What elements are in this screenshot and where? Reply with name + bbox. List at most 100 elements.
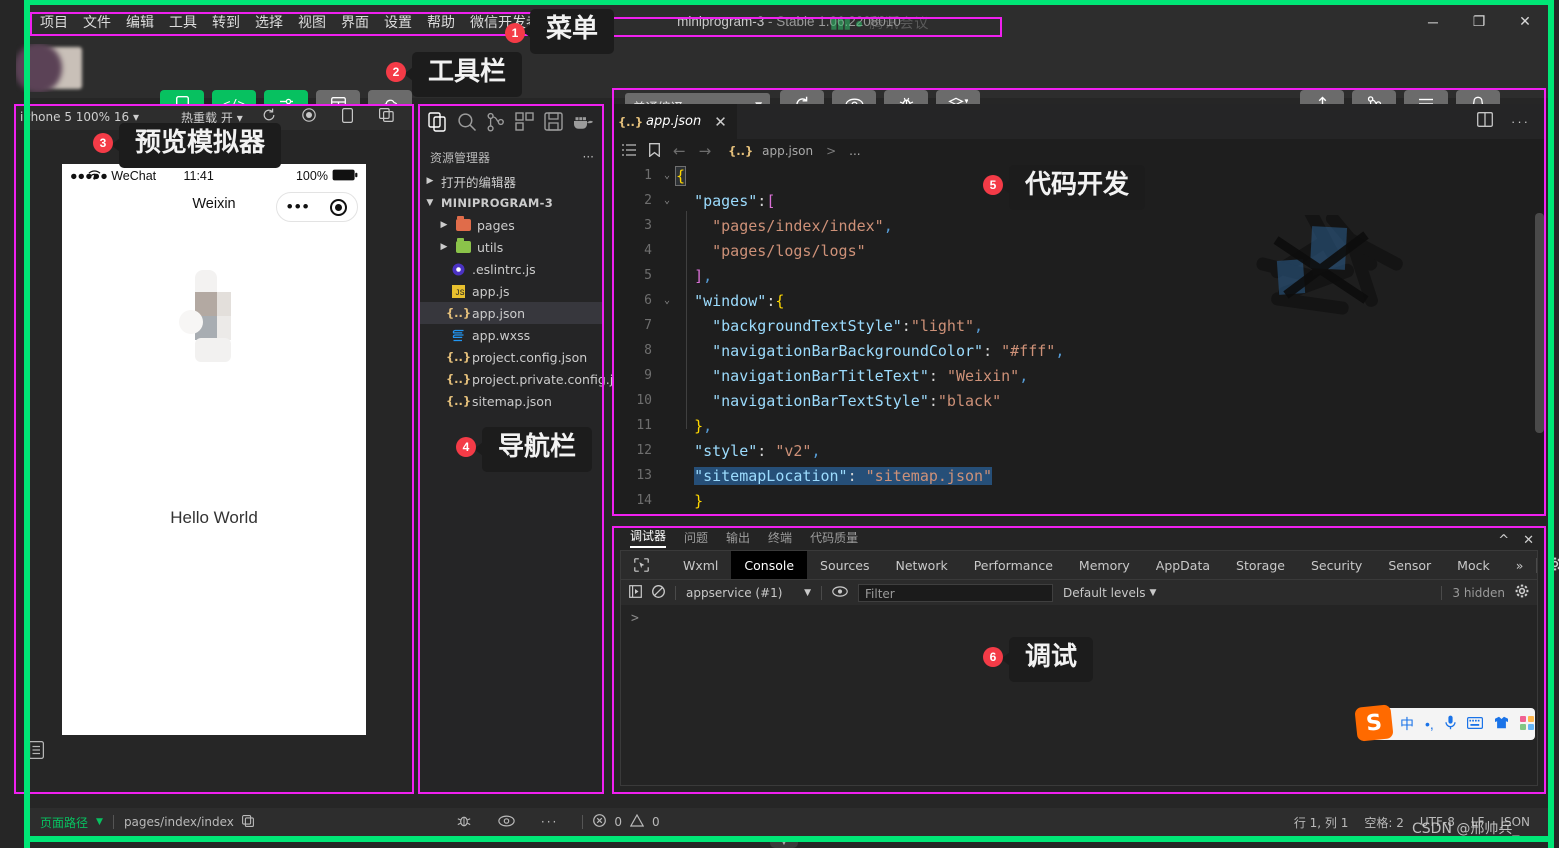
editor-scrollbar[interactable] (1535, 213, 1544, 433)
editor-tab-actions[interactable]: ··· (1477, 104, 1546, 139)
panel-tab-code-quality[interactable]: 代码质量 (810, 529, 858, 548)
fold-chevron-icon[interactable]: ⌄ (658, 170, 676, 181)
panel-tab-problems[interactable]: 问题 (684, 529, 708, 548)
console-filter-input[interactable]: Filter (858, 583, 1053, 602)
page-path-select[interactable]: 页面路径 ▼ (30, 808, 113, 836)
devtools-tab-sensor[interactable]: Sensor (1375, 551, 1444, 579)
cursor-position[interactable]: 行 1, 列 1 (1294, 814, 1349, 831)
source-control-icon[interactable] (486, 112, 506, 137)
code-line[interactable]: 10 "navigationBarTextStyle":"black" (612, 388, 1546, 413)
extensions-icon[interactable] (515, 111, 535, 137)
indent-setting[interactable]: 空格: 2 (1364, 814, 1404, 831)
tree-item-appjson[interactable]: {..} app.json (418, 302, 604, 324)
bookmark-icon[interactable] (649, 142, 660, 160)
panel-tab-output[interactable]: 输出 (726, 529, 750, 548)
code-line[interactable]: 8 "navigationBarBackgroundColor": "#fff"… (612, 338, 1546, 363)
editor-tab-appjson[interactable]: {..} app.json ✕ (612, 104, 737, 139)
devtools-tab-sources[interactable]: Sources (807, 551, 882, 579)
split-editor-icon[interactable] (1477, 111, 1493, 132)
problems-indicator[interactable]: 0 0 (583, 808, 669, 836)
forward-arrow-icon[interactable]: → (699, 142, 712, 160)
console-levels-select[interactable]: Default levels ▼ (1063, 586, 1156, 600)
outline-icon[interactable] (622, 143, 636, 159)
files-icon[interactable] (428, 111, 448, 137)
live-expression-icon[interactable] (832, 585, 848, 600)
code-area[interactable]: 1 ⌄{2 ⌄ "pages":[3 "pages/index/index", 4 "… (612, 163, 1546, 516)
console-output[interactable]: > (621, 605, 1537, 785)
wechat-capsule-button[interactable]: ••• (276, 192, 358, 222)
activity-bar[interactable] (418, 104, 604, 144)
devtools-tab-performance[interactable]: Performance (961, 551, 1066, 579)
menu-item-view[interactable]: 视图 (296, 10, 328, 34)
clear-console-icon[interactable] (652, 584, 665, 601)
close-tab-icon[interactable]: ✕ (714, 113, 727, 131)
code-line[interactable]: 13 "sitemapLocation": "sitemap.json" (612, 463, 1546, 488)
menu-bar[interactable]: 项目 文件 编辑 工具 转到 选择 视图 界面 设置 帮助 微信开发者工具 (30, 10, 570, 34)
mic-icon[interactable] (1445, 715, 1456, 733)
devtools-tab-wxml[interactable]: Wxml (670, 551, 731, 579)
panel-tab-terminal[interactable]: 终端 (768, 529, 792, 548)
code-line[interactable]: 12 "style": "v2", (612, 438, 1546, 463)
devtools-tab-mock[interactable]: Mock (1444, 551, 1503, 579)
devtools-tab-security[interactable]: Security (1298, 551, 1375, 579)
inspect-element-icon[interactable] (621, 551, 662, 579)
collapse-panel-icon[interactable]: ^ (1498, 533, 1509, 548)
tree-item-projectprivateconfig[interactable]: {..} project.private.config.json (418, 368, 635, 390)
console-prompt[interactable]: > (631, 611, 639, 626)
bug-icon[interactable] (456, 813, 472, 832)
device-select[interactable]: iPhone 5 100% 16 ▾ (20, 110, 139, 124)
save-icon[interactable] (544, 112, 563, 136)
menu-item-goto[interactable]: 转到 (210, 10, 242, 34)
more-icon[interactable]: ··· (541, 815, 558, 829)
phone-simulator[interactable]: ●●●●● WeChat 11:41 100% Weixin ••• Hello… (62, 164, 366, 735)
console-context-select[interactable]: appservice (#1) ▼ (686, 586, 811, 600)
minimize-button[interactable]: ─ (1410, 5, 1456, 38)
ime-mode-chinese[interactable]: 中 (1400, 714, 1414, 734)
close-panel-icon[interactable]: ✕ (1523, 533, 1534, 548)
tree-section-project-root[interactable]: ▼ MINIPROGRAM-3 (418, 192, 604, 214)
menu-item-edit[interactable]: 编辑 (124, 10, 156, 34)
tree-item-appwxss[interactable]: app.wxss (418, 324, 604, 346)
docker-icon[interactable] (572, 113, 594, 136)
sogou-logo-icon[interactable]: S (1354, 704, 1394, 742)
skin-icon[interactable] (1494, 716, 1509, 732)
menu-item-help[interactable]: 帮助 (425, 10, 457, 34)
window-controls[interactable]: ─ ❐ ✕ (1410, 5, 1548, 38)
eye-icon[interactable] (498, 814, 515, 830)
menu-item-ui[interactable]: 界面 (339, 10, 371, 34)
execute-icon[interactable] (629, 584, 642, 601)
devtools-tab-memory[interactable]: Memory (1066, 551, 1143, 579)
breadcrumb-file[interactable]: app.json (762, 144, 813, 158)
more-actions-icon[interactable]: ··· (1511, 114, 1530, 129)
tree-item-pages[interactable]: ▶ pages (418, 214, 604, 236)
record-icon[interactable] (302, 108, 316, 126)
console-settings-icon[interactable] (1515, 584, 1529, 601)
back-arrow-icon[interactable]: ← (673, 142, 686, 160)
code-line[interactable]: 11 }, (612, 413, 1546, 438)
menu-item-file[interactable]: 文件 (81, 10, 113, 34)
tree-section-open-editors[interactable]: ▶ 打开的编辑器 (418, 170, 604, 192)
code-line[interactable]: 9 "navigationBarTitleText": "Weixin", (612, 363, 1546, 388)
menu-item-tools[interactable]: 工具 (167, 10, 199, 34)
menu-item-project[interactable]: 项目 (38, 10, 70, 34)
devtools-tab-storage[interactable]: Storage (1223, 551, 1298, 579)
devtools-tab-bar[interactable]: Wxml Console Sources Network Performance… (621, 551, 1559, 579)
menu-item-settings[interactable]: 设置 (382, 10, 414, 34)
keyboard-icon[interactable] (1466, 716, 1483, 732)
tree-item-sitemapjson[interactable]: {..} sitemap.json (418, 390, 604, 412)
phone-page-content[interactable]: Hello World (62, 230, 366, 735)
search-icon[interactable] (457, 112, 477, 137)
close-button[interactable]: ✕ (1502, 5, 1548, 38)
devtools-tab-appdata[interactable]: AppData (1143, 551, 1223, 579)
ime-punctuation-icon[interactable]: •, (1425, 716, 1434, 732)
close-target-icon[interactable] (330, 198, 348, 216)
explorer-more-icon[interactable]: ··· (583, 150, 594, 164)
page-path-value-group[interactable]: pages/index/index (114, 808, 264, 836)
devtools-tab-console[interactable]: Console (731, 551, 808, 579)
sogou-ime-toolbar[interactable]: S 中 •, (1354, 704, 1535, 742)
devtools-tabs-overflow-icon[interactable]: » (1503, 551, 1537, 579)
tree-item-projectconfig[interactable]: {..} project.config.json (418, 346, 604, 368)
maximize-button[interactable]: ❐ (1456, 5, 1502, 38)
tree-item-eslintrc[interactable]: .eslintrc.js (418, 258, 604, 280)
devtools-tab-network[interactable]: Network (883, 551, 961, 579)
